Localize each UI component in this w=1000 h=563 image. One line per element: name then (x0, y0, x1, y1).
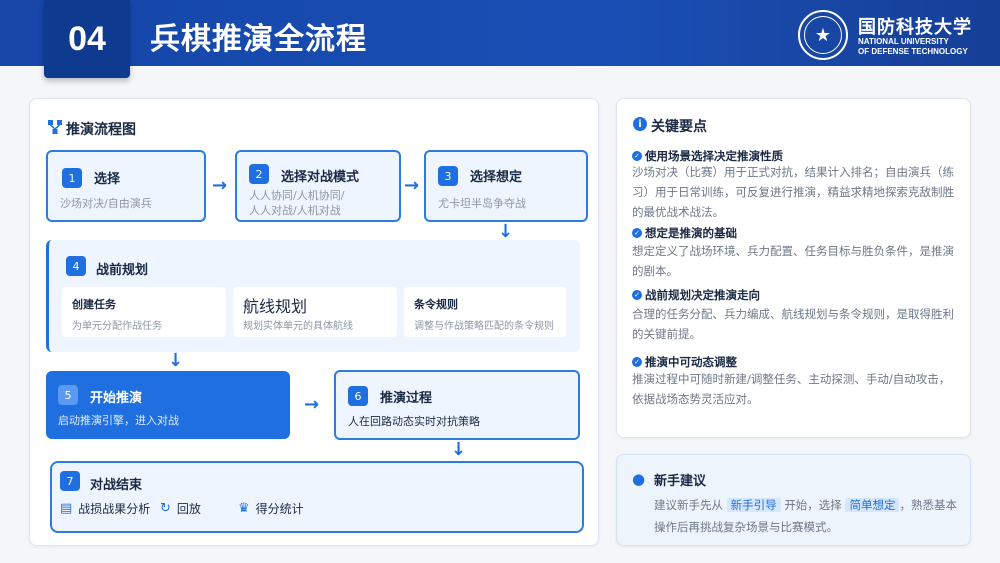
step-number: 1 (62, 168, 82, 188)
step-title: 对战结束 (90, 478, 143, 493)
key-points-title: 关键要点 (651, 119, 707, 135)
info-icon: i (633, 117, 647, 131)
step-number: 2 (249, 164, 269, 184)
check-icon: ✓ (632, 357, 642, 367)
step-desc: 启动推演引擎，进入对战 (58, 414, 179, 427)
step-title: 选择想定 (470, 170, 523, 185)
tip-title: 新手建议 (654, 474, 707, 489)
key-point-head: ✓ 想定是推演的基础 (632, 225, 737, 241)
battle-analysis-item[interactable]: ▤ 战损战果分析 (60, 500, 150, 517)
step-desc: 人人协同/人机协同/人人对战/人机对战 (249, 189, 345, 217)
key-point-text: 推演过程中可随时新建/调整任务、主动探测、手动/自动攻击，依据战场态势灵活应对。 (632, 372, 951, 406)
step-3-scenario[interactable]: 3 选择想定 尤卡坦半岛争夺战 (424, 150, 588, 222)
arrow-down-icon: ↓ (168, 350, 184, 371)
flowchart-icon (48, 120, 62, 134)
sub-doctrine-rules[interactable]: 条令规则 调整与作战策略匹配的条令规则 (404, 287, 566, 337)
step-6-simulation-process[interactable]: 6 推演过程 人在回路动态实时对抗策略 (334, 370, 580, 440)
replay-icon: ↻ (160, 501, 171, 516)
step-desc: 人在回路动态实时对抗策略 (348, 415, 480, 428)
step-title: 战前规划 (96, 263, 149, 278)
key-point-text: 沙场对决（比赛）用于正式对抗，结果计入排名；自由演兵（练习）用于日常训练，可反复… (632, 165, 954, 219)
step-number: 4 (66, 256, 86, 276)
university-emblem-icon: ★ (798, 10, 848, 60)
university-name-en: NATIONAL UNIVERSITY OF DEFENSE TECHNOLOG… (858, 37, 968, 56)
sub-desc: 调整与作战策略匹配的条令规则 (414, 321, 554, 332)
step-7-battle-end[interactable] (50, 461, 584, 533)
key-point-text: 想定定义了战场环境、兵力配置、任务目标与胜负条件，是推演的剧本。 (632, 244, 954, 278)
step-1-select-scene[interactable]: 1 选择 沙场对决/自由演兵 (46, 150, 206, 222)
step-title: 开始推演 (90, 391, 143, 406)
key-point-head: ✓ 战前规划决定推演走向 (632, 287, 760, 303)
sub-title: 创建任务 (72, 298, 116, 311)
step-desc: 尤卡坦半岛争夺战 (438, 197, 526, 210)
score-stats-item[interactable]: ♛ 得分统计 (238, 500, 304, 517)
section-number-badge: 04 (44, 0, 130, 78)
bar-chart-icon: ▤ (60, 501, 73, 516)
university-name-cn: 国防科技大学 (858, 17, 972, 38)
sub-desc: 为单元分配作战任务 (72, 321, 162, 332)
check-icon: ✓ (632, 290, 642, 300)
step-5-start-simulation[interactable]: 5 开始推演 启动推演引擎，进入对战 (46, 371, 290, 439)
step-number: 7 (60, 471, 80, 491)
step-number: 3 (438, 166, 458, 186)
arrow-down-icon: ↓ (498, 221, 514, 242)
sub-route-planning[interactable]: 航线规划 规划实体单元的具体航线 (233, 287, 397, 337)
tip-highlight-guide[interactable]: 新手引导 (726, 498, 781, 512)
tip-text: 建议新手先从 新手引导 开始，选择 简单想定 ，熟悉基本操作后再挑战复杂场景与比赛… (654, 498, 957, 534)
trophy-icon: ♛ (238, 501, 250, 516)
step-title: 选择 (94, 172, 121, 187)
sub-title: 条令规则 (414, 298, 458, 311)
arrow-down-icon: ↓ (451, 439, 467, 460)
step-2-battle-mode[interactable]: 2 选择对战模式 人人协同/人机协同/人人对战/人机对战 (235, 150, 401, 222)
tip-highlight-scenario[interactable]: 简单想定 (845, 498, 900, 512)
sub-create-task[interactable]: 创建任务 为单元分配作战任务 (62, 287, 226, 337)
key-point-text: 合理的任务分配、兵力编成、航线规划与条令规则，是取得胜利的关键前提。 (632, 307, 954, 341)
lightbulb-icon: ● (632, 470, 646, 488)
arrow-right-icon: → (304, 394, 320, 415)
sub-desc: 规划实体单元的具体航线 (243, 321, 353, 332)
arrow-right-icon: → (212, 175, 228, 196)
sub-title: 航线规划 (243, 297, 308, 316)
step-title: 推演过程 (380, 391, 433, 406)
replay-item[interactable]: ↻ 回放 (160, 500, 201, 517)
arrow-right-icon: → (404, 175, 420, 196)
step-number: 5 (58, 385, 78, 405)
step-title: 选择对战模式 (281, 170, 360, 185)
check-icon: ✓ (632, 228, 642, 238)
step-number: 6 (348, 386, 368, 406)
check-icon: ✓ (632, 151, 642, 161)
step-desc: 沙场对决/自由演兵 (60, 197, 152, 210)
page-title: 兵棋推演全流程 (150, 22, 367, 57)
key-point-head: ✓ 推演中可动态调整 (632, 354, 737, 370)
flow-chart-title: 推演流程图 (66, 122, 136, 138)
